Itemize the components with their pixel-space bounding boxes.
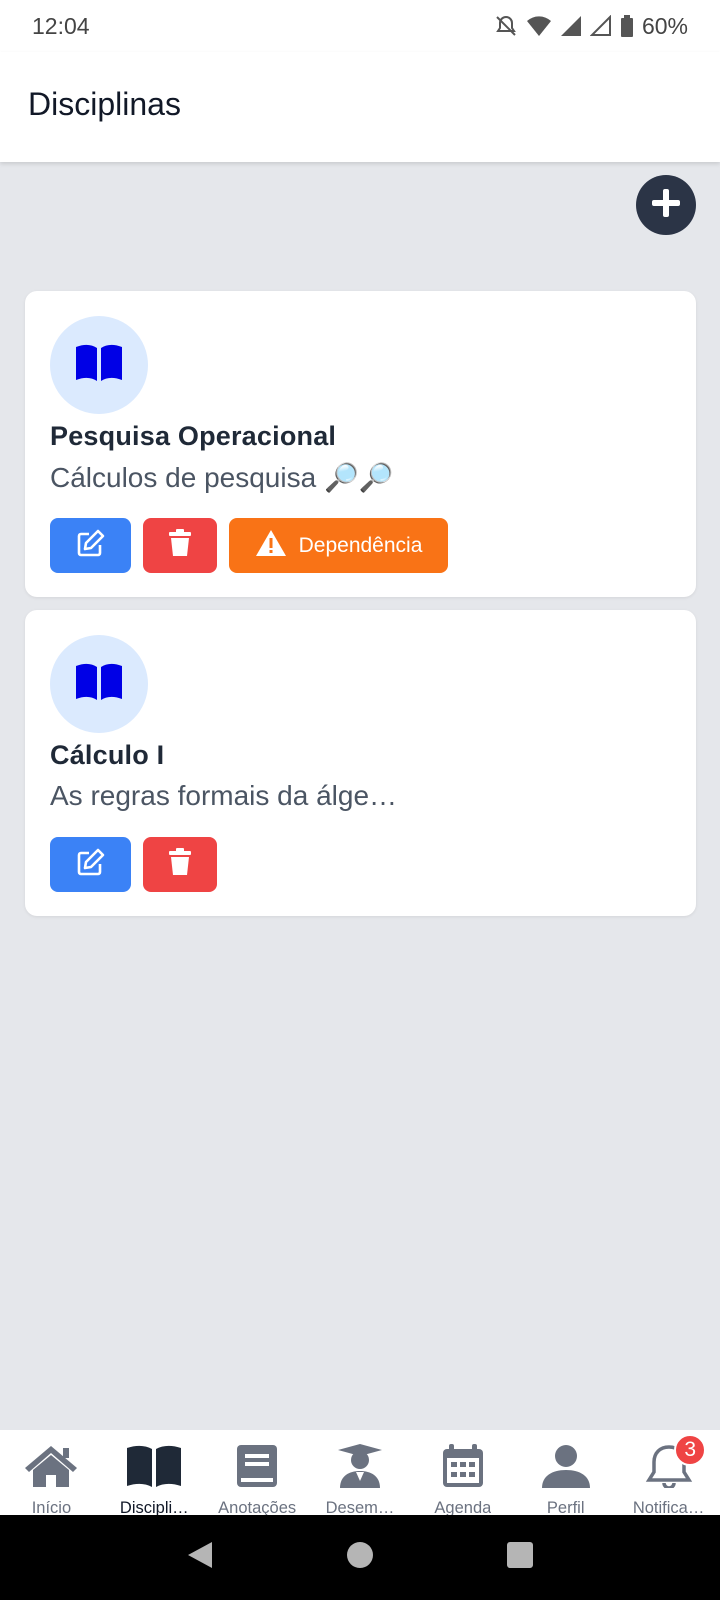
trash-icon — [168, 529, 192, 562]
edit-button[interactable] — [50, 518, 131, 573]
nav-item-notificacoes[interactable]: Notifica… 3 — [617, 1430, 720, 1515]
nav-label-desempenho: Desem… — [325, 1499, 395, 1515]
status-bar: 12:04 60% — [0, 0, 720, 52]
card-actions: Dependência — [50, 518, 448, 573]
home-button[interactable] — [330, 1528, 390, 1588]
delete-button[interactable] — [143, 518, 217, 573]
book-open-icon — [126, 1444, 182, 1493]
wifi-icon — [526, 15, 552, 37]
discipline-title: Pesquisa Operacional — [50, 421, 337, 451]
nav-label-disciplinas: Discipli… — [119, 1499, 189, 1515]
app-header: Disciplinas — [0, 52, 720, 162]
graduate-icon — [332, 1444, 388, 1493]
card-actions — [50, 837, 217, 892]
discipline-avatar — [50, 316, 148, 414]
status-time: 12:04 — [32, 12, 90, 39]
warning-icon — [255, 529, 287, 563]
trash-icon — [168, 848, 192, 881]
calendar-icon — [435, 1444, 491, 1493]
discipline-title: Cálculo I — [50, 740, 165, 770]
home-circle-icon — [346, 1541, 374, 1574]
dependency-button[interactable]: Dependência — [229, 518, 448, 573]
notification-badge: 3 — [674, 1434, 707, 1466]
back-triangle-icon — [186, 1540, 214, 1575]
discipline-avatar — [50, 635, 148, 733]
discipline-description: Cálculos de pesquisa 🔎🔎 — [50, 462, 394, 493]
nav-item-agenda[interactable]: Agenda — [411, 1430, 514, 1515]
edit-icon — [76, 847, 106, 882]
dependency-label: Dependência — [298, 533, 423, 557]
edit-icon — [76, 528, 106, 563]
status-icons: 60% — [494, 13, 688, 40]
add-discipline-button[interactable] — [636, 175, 696, 235]
battery-percent: 60% — [641, 12, 688, 39]
nav-label-perfil: Perfil — [546, 1499, 585, 1515]
nav-item-perfil[interactable]: Perfil — [514, 1430, 617, 1515]
plus-icon — [649, 186, 683, 225]
recents-button[interactable] — [490, 1528, 550, 1588]
nav-item-desempenho[interactable]: Desem… — [309, 1430, 412, 1515]
back-button[interactable] — [170, 1528, 230, 1588]
book-open-icon — [75, 662, 123, 707]
nav-label-notificacoes: Notifica… — [632, 1499, 705, 1515]
page-title: Disciplinas — [28, 85, 181, 122]
home-icon — [23, 1444, 79, 1493]
discipline-description: As regras formais da álge… — [50, 780, 398, 811]
delete-button[interactable] — [143, 837, 217, 892]
edit-button[interactable] — [50, 837, 131, 892]
user-icon — [538, 1444, 594, 1493]
nav-label-inicio: Início — [31, 1499, 72, 1515]
signal-empty-icon — [589, 15, 612, 37]
system-nav-bar — [0, 1515, 720, 1600]
bottom-nav: Início Discipli… Anotações Desem… Agenda… — [0, 1429, 720, 1515]
muted-bell-icon — [494, 14, 518, 38]
discipline-card[interactable]: Pesquisa Operacional Cálculos de pesquis… — [25, 291, 696, 597]
nav-item-inicio[interactable]: Início — [0, 1430, 103, 1515]
book-icon — [229, 1444, 285, 1493]
discipline-card[interactable]: Cálculo I As regras formais da álge… — [25, 610, 696, 916]
battery-icon — [620, 15, 634, 37]
nav-item-disciplinas[interactable]: Discipli… — [103, 1430, 206, 1515]
recents-square-icon — [506, 1541, 534, 1574]
nav-label-anotacoes: Anotações — [218, 1499, 297, 1515]
nav-label-agenda: Agenda — [434, 1499, 492, 1515]
book-open-icon — [75, 343, 123, 388]
signal-icon — [560, 15, 582, 37]
nav-item-anotacoes[interactable]: Anotações — [206, 1430, 309, 1515]
